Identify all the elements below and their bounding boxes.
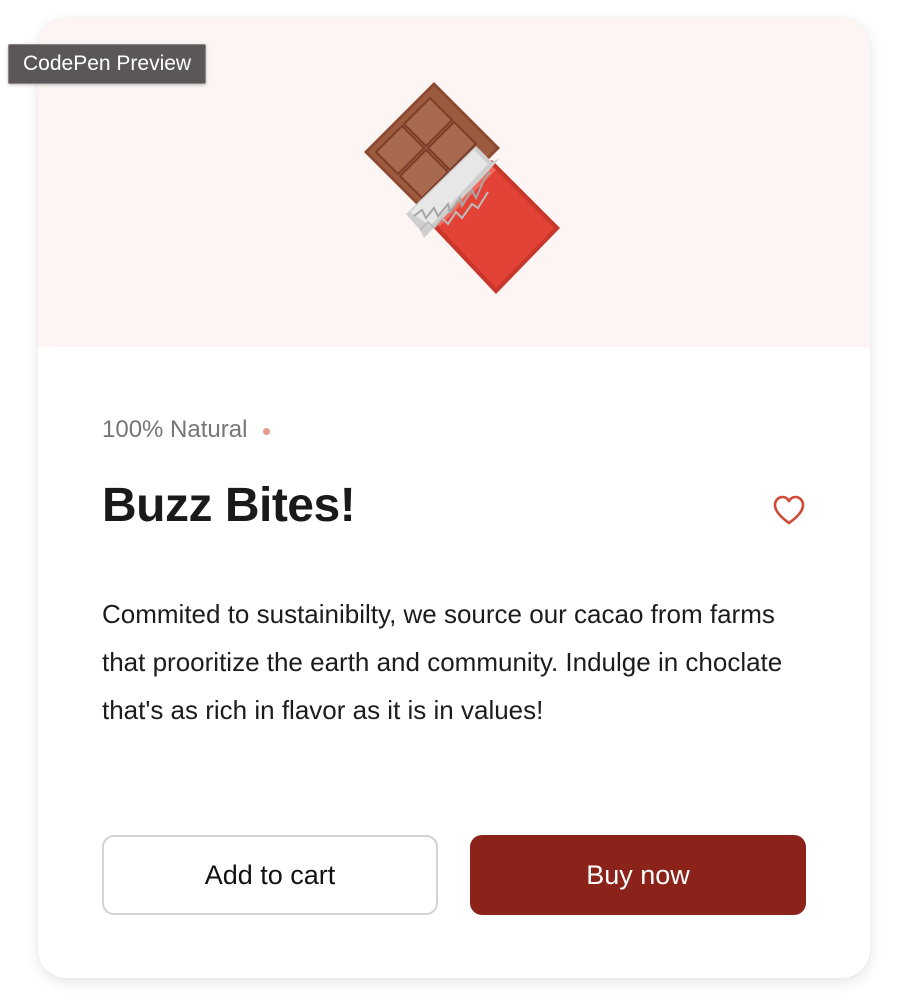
codepen-preview-badge: CodePen Preview bbox=[8, 44, 207, 84]
chocolate-bar-icon bbox=[364, 82, 560, 294]
tagline-dot bbox=[263, 427, 271, 435]
product-title: Buzz Bites! bbox=[102, 479, 356, 532]
product-tagline: 100% Natural bbox=[102, 416, 271, 444]
tagline-text: 100% Natural bbox=[102, 416, 248, 443]
buy-now-button[interactable]: Buy now bbox=[470, 835, 806, 915]
heart-icon bbox=[773, 495, 805, 525]
product-description: Commited to sustainibilty, we source our… bbox=[102, 599, 783, 725]
add-to-cart-button[interactable]: Add to cart bbox=[102, 835, 438, 915]
favorite-button[interactable] bbox=[772, 494, 806, 526]
product-card: 100% Natural Buzz Bites! Commited to sus… bbox=[38, 18, 870, 978]
